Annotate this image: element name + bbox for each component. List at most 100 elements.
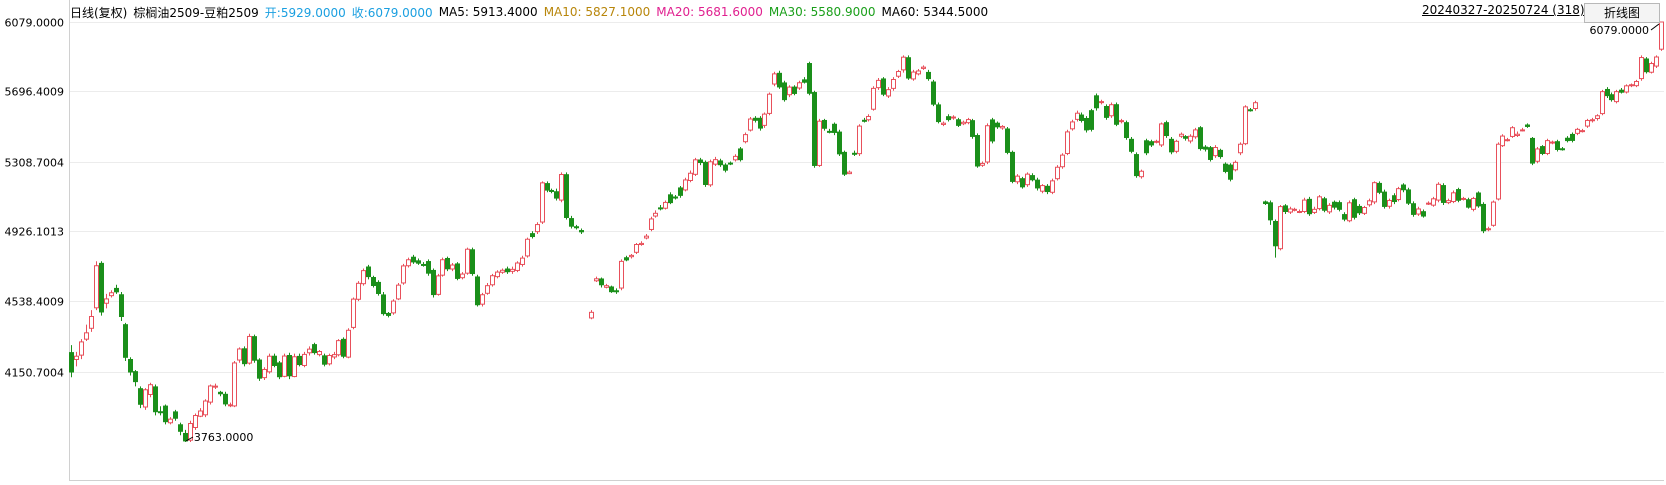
candle-body-down (1530, 137, 1535, 164)
candle-body-down (1565, 137, 1570, 142)
candle-body-up (336, 340, 341, 356)
candle (1307, 196, 1312, 216)
candle-body-up (901, 56, 906, 71)
kline-chart[interactable]: 6079.0000 5696.4009 5308.7004 4926.1013 4538… (0, 0, 1666, 481)
candle (837, 129, 842, 157)
kline-svg: 6079.0000 5696.4009 5308.7004 4926.1013 4538… (5, 0, 1664, 481)
open-info: 开:5929.0000 (265, 4, 346, 21)
candle-body-down (1377, 182, 1382, 193)
candle-body-up (1060, 154, 1065, 168)
candle-body-down (579, 230, 584, 233)
candle (802, 77, 807, 84)
candle (1510, 126, 1515, 138)
candle-body-up (1312, 208, 1317, 213)
candle (1025, 172, 1030, 187)
candle-body-up (346, 329, 351, 358)
candle-body-down (1560, 148, 1565, 151)
candle (208, 384, 213, 405)
candle-body-down (1149, 141, 1154, 146)
candle (371, 275, 376, 288)
candle (376, 280, 381, 296)
candle-body-down (119, 294, 124, 318)
candle-body-down (549, 189, 554, 192)
candle (193, 413, 198, 430)
candle-body-up (1575, 128, 1580, 134)
candle (445, 256, 450, 272)
candle-body-down (322, 355, 327, 365)
candle (1193, 127, 1198, 139)
candle-body-up (436, 275, 441, 295)
candle-body-down (1411, 203, 1416, 215)
candle-body-down (128, 358, 133, 373)
y-tick-label: 4926.1013 (5, 226, 65, 239)
ma20-value: 5681.6000 (698, 5, 763, 19)
candle-body-up (262, 368, 267, 379)
candle-body-up (1372, 182, 1377, 203)
candle-body-up (1015, 175, 1020, 183)
candle-body-down (881, 78, 886, 95)
candle-body-up (168, 418, 173, 424)
candle-body-down (455, 263, 460, 279)
candle (148, 382, 153, 398)
candle (490, 273, 495, 287)
candle-body-up (961, 121, 966, 125)
candle (1322, 196, 1327, 213)
candle-body-up (1585, 119, 1590, 127)
candle-body-down (970, 120, 975, 137)
candle-body-up (1000, 125, 1005, 129)
candle (203, 399, 208, 418)
candle-body-up (1416, 208, 1421, 215)
candle-body-down (1030, 175, 1035, 181)
candle (1639, 55, 1644, 81)
candle (1208, 146, 1213, 162)
candle-body-up (683, 179, 688, 191)
candle (198, 408, 203, 418)
candle (559, 172, 564, 203)
y-tick-label: 4150.7004 (5, 367, 65, 380)
candle-body-up (465, 248, 470, 274)
candle (530, 231, 535, 239)
candle (1565, 136, 1570, 143)
candle (748, 117, 753, 132)
candle (1362, 205, 1367, 215)
candle (1139, 169, 1144, 179)
candle (138, 386, 143, 409)
candle-body-down (123, 324, 128, 358)
candle (545, 181, 550, 193)
candle (1045, 184, 1050, 195)
candle (985, 123, 990, 165)
candle-body-down (1401, 184, 1406, 191)
candle (1342, 212, 1347, 222)
candle-body-down (990, 119, 995, 142)
candle (1297, 209, 1302, 214)
candle (1169, 136, 1174, 155)
candle (772, 71, 777, 87)
candle-body-down (1035, 179, 1040, 189)
candle-body-up (1075, 112, 1080, 120)
candle (698, 157, 703, 166)
ma5-info: MA5: 5913.4000 (439, 5, 538, 19)
candle-body-down (1223, 163, 1228, 172)
candle (1040, 184, 1045, 194)
candle-body-down (1342, 214, 1347, 220)
candle-body-up (1436, 183, 1441, 201)
candle (336, 339, 341, 357)
y-tick-label: 5308.7004 (5, 157, 65, 170)
candle (782, 80, 787, 102)
candle-body-down (1198, 127, 1203, 150)
candle (817, 118, 822, 167)
candle (1426, 201, 1431, 205)
candle (282, 353, 287, 378)
candle-body-up (619, 260, 624, 289)
candle-body-up (797, 82, 802, 89)
chart-header: 日线(复权) 棕榈油2509-豆粕2509 开:5929.0000 收:6079… (70, 3, 988, 21)
candle (1609, 92, 1614, 102)
candle (1179, 132, 1184, 138)
candle (609, 285, 614, 293)
line-chart-button[interactable]: 折线图 (1584, 3, 1660, 23)
candle-body-down (723, 164, 728, 171)
date-range-link[interactable]: 20240327-20250724 (318) (1422, 3, 1585, 17)
candle-body-down (1392, 195, 1397, 203)
candle (594, 276, 599, 283)
candle (926, 69, 931, 81)
